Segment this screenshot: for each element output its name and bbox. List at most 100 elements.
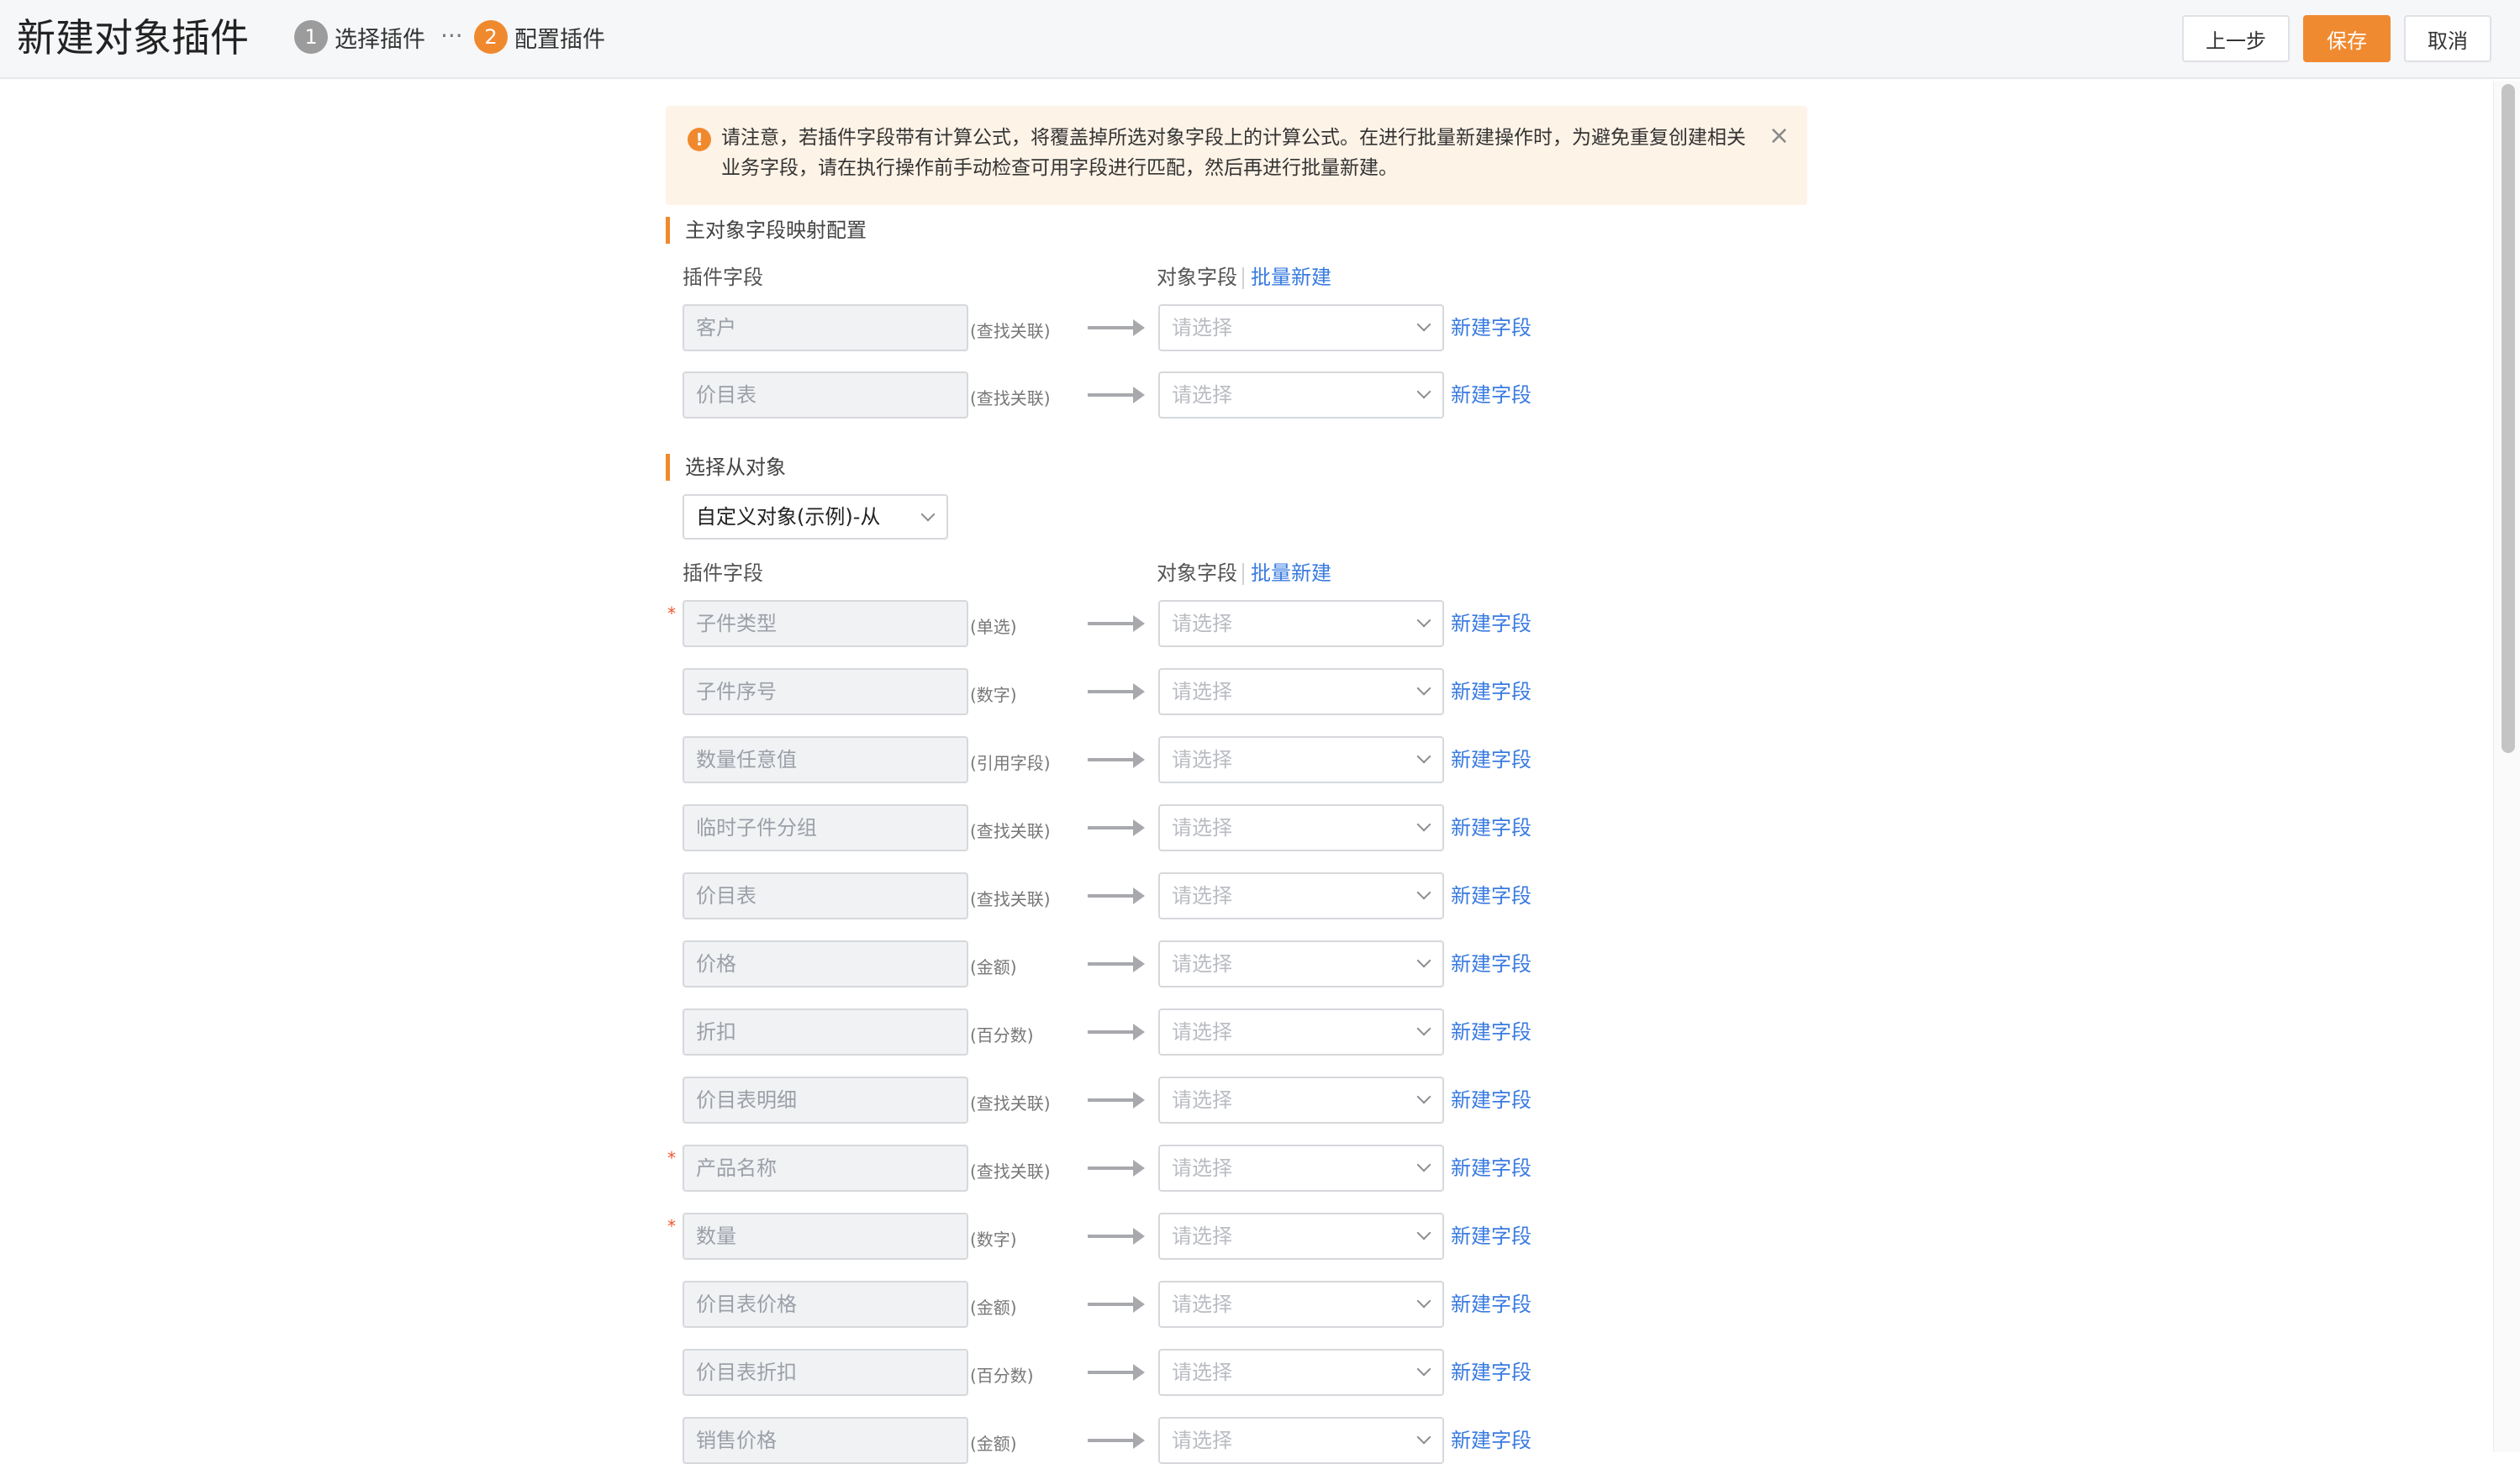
select-placeholder: 请选择 — [1172, 316, 1232, 340]
object-field-select[interactable]: 请选择 — [1158, 668, 1444, 715]
field-type-label: (查找关联) — [970, 321, 1051, 341]
step-configure-plugin[interactable]: 2 配置插件 — [474, 20, 605, 54]
object-field-select[interactable]: 请选择 — [1158, 804, 1444, 851]
field-type-label: (查找关联) — [970, 388, 1051, 408]
new-field-link[interactable]: 新建字段 — [1451, 813, 1532, 843]
new-field-link[interactable]: 新建字段 — [1451, 1085, 1532, 1115]
object-field-select[interactable]: 请选择 — [1158, 736, 1444, 783]
object-field-select[interactable]: 请选择 — [1158, 1008, 1444, 1056]
step-label-2: 配置插件 — [514, 26, 605, 53]
new-field-link[interactable]: 新建字段 — [1451, 1357, 1532, 1388]
arrow-right-icon — [1088, 819, 1145, 836]
plugin-field-input: 价目表 — [683, 872, 968, 919]
arrow-right-icon — [1088, 1160, 1145, 1177]
scrollbar-thumb[interactable] — [2502, 84, 2515, 753]
arrow-right-icon — [1088, 1092, 1145, 1109]
select-placeholder: 请选择 — [1172, 816, 1232, 840]
page-title: 新建对象插件 — [17, 15, 249, 61]
mapping-row: * 产品名称 (查找关联) 请选择 新建字段 — [656, 1145, 1580, 1192]
previous-step-button[interactable]: 上一步 — [2182, 15, 2290, 62]
chevron-down-icon — [1416, 1293, 1431, 1309]
select-placeholder: 请选择 — [1172, 612, 1232, 635]
new-field-link[interactable]: 新建字段 — [1451, 1153, 1532, 1183]
new-field-link[interactable]: 新建字段 — [1451, 313, 1532, 343]
batch-new-link[interactable]: 批量新建 — [1251, 264, 1331, 291]
plugin-field-input: 临时子件分组 — [683, 804, 968, 851]
arrow-right-icon — [1088, 1432, 1145, 1449]
object-field-select[interactable]: 请选择 — [1158, 940, 1444, 987]
object-field-select[interactable]: 请选择 — [1158, 1281, 1444, 1328]
step-select-plugin[interactable]: 1 选择插件 — [294, 20, 425, 54]
plugin-field-input: 价目表价格 — [683, 1281, 968, 1328]
select-placeholder: 请选择 — [1172, 952, 1232, 976]
new-field-link[interactable]: 新建字段 — [1451, 1017, 1532, 1047]
chevron-down-icon — [1416, 1089, 1431, 1104]
plugin-field-input: 产品名称 — [683, 1145, 968, 1192]
chevron-down-icon — [920, 507, 936, 522]
object-field-select[interactable]: 请选择 — [1158, 1145, 1444, 1192]
field-type-label: (百分数) — [970, 1366, 1034, 1386]
arrow-right-icon — [1088, 319, 1145, 336]
field-type-label: (查找关联) — [970, 1093, 1051, 1114]
arrow-right-icon — [1088, 751, 1145, 768]
object-field-select[interactable]: 请选择 — [1158, 371, 1444, 419]
mapping-row: 价目表明细 (查找关联) 请选择 新建字段 — [656, 1077, 1580, 1124]
object-field-select[interactable]: 请选择 — [1158, 1213, 1444, 1260]
object-field-select[interactable]: 请选择 — [1158, 600, 1444, 647]
warning-icon: ! — [688, 128, 711, 151]
field-type-label: (百分数) — [970, 1025, 1034, 1045]
chevron-down-icon — [1416, 317, 1431, 332]
arrow-right-icon — [1088, 615, 1145, 632]
save-button[interactable]: 保存 — [2303, 15, 2391, 62]
plugin-field-input: 价格 — [683, 940, 968, 987]
page-header: 新建对象插件 1 选择插件 ··· 2 配置插件 上一步 保存 取消 — [0, 0, 2520, 79]
mapping-row: 折扣 (百分数) 请选择 新建字段 — [656, 1008, 1580, 1056]
required-marker: * — [667, 1216, 676, 1236]
new-field-link[interactable]: 新建字段 — [1451, 1221, 1532, 1251]
plugin-field-input: 子件序号 — [683, 668, 968, 715]
header-divider — [1242, 563, 1244, 585]
select-placeholder: 请选择 — [1172, 1361, 1232, 1384]
field-type-label: (金额) — [970, 957, 1017, 977]
header-divider — [1242, 267, 1244, 289]
arrow-right-icon — [1088, 887, 1145, 904]
plugin-field-input: 数量任意值 — [683, 736, 968, 783]
new-field-link[interactable]: 新建字段 — [1451, 1425, 1532, 1456]
step-number-1: 1 — [294, 20, 328, 54]
mapping-row: * 子件类型 (单选) 请选择 新建字段 — [656, 600, 1580, 647]
step-separator: ··· — [440, 22, 463, 50]
mapping-row: 价目表 (查找关联) 请选择 新建字段 — [656, 872, 1580, 919]
notice-text: 请注意，若插件字段带有计算公式，将覆盖掉所选对象字段上的计算公式。在进行批量新建… — [721, 127, 1746, 179]
chevron-down-icon — [1416, 953, 1431, 968]
plugin-field-input: 子件类型 — [683, 600, 968, 647]
close-icon[interactable]: × — [1769, 121, 1790, 150]
object-field-select[interactable]: 请选择 — [1158, 304, 1444, 351]
object-field-select[interactable]: 请选择 — [1158, 1417, 1444, 1464]
section-title-main-mapping: 主对象字段映射配置 — [666, 217, 867, 244]
detail-object-select[interactable]: 自定义对象(示例)-从 — [683, 494, 948, 540]
plugin-field-input: 数量 — [683, 1213, 968, 1260]
notice-banner: ! 请注意，若插件字段带有计算公式，将覆盖掉所选对象字段上的计算公式。在进行批量… — [666, 106, 1807, 205]
object-field-select[interactable]: 请选择 — [1158, 1349, 1444, 1396]
new-field-link[interactable]: 新建字段 — [1451, 745, 1532, 775]
plugin-field-input: 价目表折扣 — [683, 1349, 968, 1396]
mapping-row: 数量任意值 (引用字段) 请选择 新建字段 — [656, 736, 1580, 783]
batch-new-link[interactable]: 批量新建 — [1251, 560, 1331, 587]
arrow-right-icon — [1088, 683, 1145, 700]
mapping-row: 子件序号 (数字) 请选择 新建字段 — [656, 668, 1580, 715]
new-field-link[interactable]: 新建字段 — [1451, 1289, 1532, 1319]
object-field-select[interactable]: 请选择 — [1158, 1077, 1444, 1124]
new-field-link[interactable]: 新建字段 — [1451, 677, 1532, 707]
field-type-label: (查找关联) — [970, 821, 1051, 841]
plugin-field-input: 价目表 — [683, 371, 968, 419]
new-field-link[interactable]: 新建字段 — [1451, 949, 1532, 979]
new-field-link[interactable]: 新建字段 — [1451, 608, 1532, 639]
new-field-link[interactable]: 新建字段 — [1451, 380, 1532, 410]
field-type-label: (数字) — [970, 685, 1017, 705]
cancel-button[interactable]: 取消 — [2404, 15, 2491, 62]
chevron-down-icon — [1416, 1157, 1431, 1172]
chevron-down-icon — [1416, 1225, 1431, 1240]
field-type-label: (查找关联) — [970, 1161, 1051, 1182]
object-field-select[interactable]: 请选择 — [1158, 872, 1444, 919]
new-field-link[interactable]: 新建字段 — [1451, 881, 1532, 911]
